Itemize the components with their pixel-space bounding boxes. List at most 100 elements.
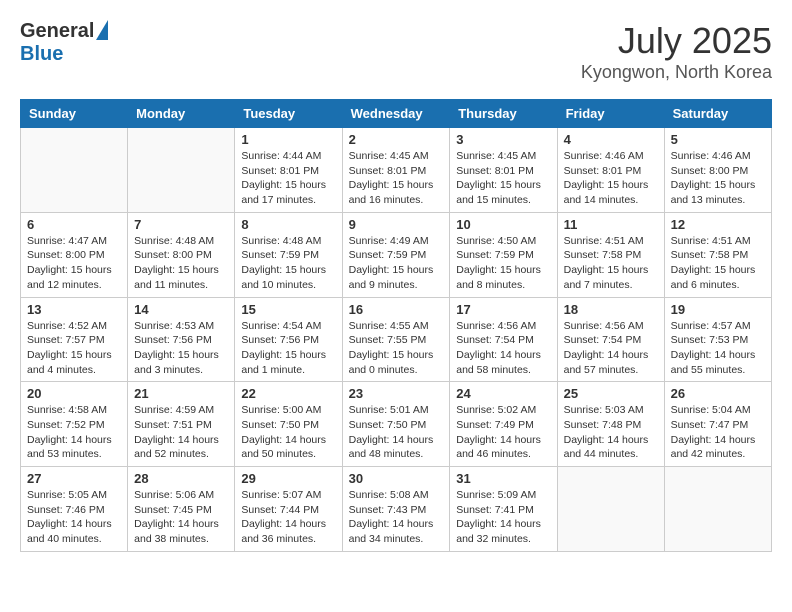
day-info: Sunrise: 4:58 AM Sunset: 7:52 PM Dayligh… xyxy=(27,403,121,462)
day-info: Sunrise: 5:07 AM Sunset: 7:44 PM Dayligh… xyxy=(241,488,335,547)
calendar-cell: 26 Sunrise: 5:04 AM Sunset: 7:47 PM Dayli… xyxy=(664,382,771,467)
day-info: Sunrise: 5:01 AM Sunset: 7:50 PM Dayligh… xyxy=(349,403,444,462)
calendar-cell: 25 Sunrise: 5:03 AM Sunset: 7:48 PM Dayli… xyxy=(557,382,664,467)
calendar-cell: 23 Sunrise: 5:01 AM Sunset: 7:50 PM Dayli… xyxy=(342,382,450,467)
day-info: Sunrise: 4:49 AM Sunset: 7:59 PM Dayligh… xyxy=(349,234,444,293)
day-number: 17 xyxy=(456,302,550,317)
day-number: 25 xyxy=(564,386,658,401)
day-number: 4 xyxy=(564,132,658,147)
day-number: 6 xyxy=(27,217,121,232)
calendar-cell: 8 Sunrise: 4:48 AM Sunset: 7:59 PM Daylig… xyxy=(235,212,342,297)
day-number: 24 xyxy=(456,386,550,401)
day-info: Sunrise: 4:56 AM Sunset: 7:54 PM Dayligh… xyxy=(456,319,550,378)
calendar-cell: 3Sunrise: 4:45 AM Sunset: 8:01 PM Daylig… xyxy=(450,128,557,213)
day-number: 15 xyxy=(241,302,335,317)
day-number: 13 xyxy=(27,302,121,317)
day-number: 9 xyxy=(349,217,444,232)
calendar-cell: 22 Sunrise: 5:00 AM Sunset: 7:50 PM Dayli… xyxy=(235,382,342,467)
day-info: Sunrise: 4:45 AM Sunset: 8:01 PM Dayligh… xyxy=(349,149,444,208)
calendar-cell: 30 Sunrise: 5:08 AM Sunset: 7:43 PM Dayli… xyxy=(342,467,450,552)
calendar-week-row: 1 Sunrise: 4:44 AM Sunset: 8:01 PM Daylig… xyxy=(21,128,772,213)
day-number: 2 xyxy=(349,132,444,147)
calendar-cell: 12 Sunrise: 4:51 AM Sunset: 7:58 PM Dayli… xyxy=(664,212,771,297)
calendar-cell: 20Sunrise: 4:58 AM Sunset: 7:52 PM Dayli… xyxy=(21,382,128,467)
title-section: July 2025 Kyongwon, North Korea xyxy=(581,20,772,83)
calendar-cell: 1 Sunrise: 4:44 AM Sunset: 8:01 PM Daylig… xyxy=(235,128,342,213)
day-number: 16 xyxy=(349,302,444,317)
weekday-header-thursday: Thursday xyxy=(450,100,557,128)
weekday-header-monday: Monday xyxy=(128,100,235,128)
day-info: Sunrise: 4:55 AM Sunset: 7:55 PM Dayligh… xyxy=(349,319,444,378)
day-number: 19 xyxy=(671,302,765,317)
calendar-cell: 29 Sunrise: 5:07 AM Sunset: 7:44 PM Dayli… xyxy=(235,467,342,552)
day-number: 28 xyxy=(134,471,228,486)
day-info: Sunrise: 4:56 AM Sunset: 7:54 PM Dayligh… xyxy=(564,319,658,378)
calendar-cell xyxy=(557,467,664,552)
day-number: 26 xyxy=(671,386,765,401)
logo: General Blue xyxy=(20,20,108,66)
calendar-week-row: 6 Sunrise: 4:47 AM Sunset: 8:00 PM Daylig… xyxy=(21,212,772,297)
calendar-cell: 5Sunrise: 4:46 AM Sunset: 8:00 PM Daylig… xyxy=(664,128,771,213)
weekday-header-sunday: Sunday xyxy=(21,100,128,128)
day-info: Sunrise: 5:03 AM Sunset: 7:48 PM Dayligh… xyxy=(564,403,658,462)
calendar-cell: 15 Sunrise: 4:54 AM Sunset: 7:56 PM Dayli… xyxy=(235,297,342,382)
calendar-cell: 13 Sunrise: 4:52 AM Sunset: 7:57 PM Dayli… xyxy=(21,297,128,382)
day-info: Sunrise: 5:09 AM Sunset: 7:41 PM Dayligh… xyxy=(456,488,550,547)
calendar-cell: 21Sunrise: 4:59 AM Sunset: 7:51 PM Dayli… xyxy=(128,382,235,467)
day-info: Sunrise: 4:44 AM Sunset: 8:01 PM Dayligh… xyxy=(241,149,335,208)
calendar-cell: 31 Sunrise: 5:09 AM Sunset: 7:41 PM Dayli… xyxy=(450,467,557,552)
calendar-cell xyxy=(128,128,235,213)
day-info: Sunrise: 4:46 AM Sunset: 8:01 PM Dayligh… xyxy=(564,149,658,208)
day-number: 7 xyxy=(134,217,228,232)
day-number: 14 xyxy=(134,302,228,317)
day-info: Sunrise: 4:53 AM Sunset: 7:56 PM Dayligh… xyxy=(134,319,228,378)
day-info: Sunrise: 4:57 AM Sunset: 7:53 PM Dayligh… xyxy=(671,319,765,378)
day-info: Sunrise: 5:04 AM Sunset: 7:47 PM Dayligh… xyxy=(671,403,765,462)
day-number: 11 xyxy=(564,217,658,232)
day-number: 12 xyxy=(671,217,765,232)
day-info: Sunrise: 4:51 AM Sunset: 7:58 PM Dayligh… xyxy=(671,234,765,293)
day-number: 1 xyxy=(241,132,335,147)
day-info: Sunrise: 4:54 AM Sunset: 7:56 PM Dayligh… xyxy=(241,319,335,378)
logo-blue-text: Blue xyxy=(20,43,63,66)
calendar-cell: 4 Sunrise: 4:46 AM Sunset: 8:01 PM Daylig… xyxy=(557,128,664,213)
day-info: Sunrise: 4:45 AM Sunset: 8:01 PM Dayligh… xyxy=(456,149,550,208)
day-number: 21 xyxy=(134,386,228,401)
calendar-cell: 14 Sunrise: 4:53 AM Sunset: 7:56 PM Dayli… xyxy=(128,297,235,382)
day-number: 23 xyxy=(349,386,444,401)
day-number: 31 xyxy=(456,471,550,486)
calendar-cell: 10Sunrise: 4:50 AM Sunset: 7:59 PM Dayli… xyxy=(450,212,557,297)
day-number: 8 xyxy=(241,217,335,232)
day-info: Sunrise: 5:02 AM Sunset: 7:49 PM Dayligh… xyxy=(456,403,550,462)
calendar-cell: 17 Sunrise: 4:56 AM Sunset: 7:54 PM Dayli… xyxy=(450,297,557,382)
weekday-header-saturday: Saturday xyxy=(664,100,771,128)
day-number: 10 xyxy=(456,217,550,232)
day-info: Sunrise: 5:08 AM Sunset: 7:43 PM Dayligh… xyxy=(349,488,444,547)
calendar-cell: 28 Sunrise: 5:06 AM Sunset: 7:45 PM Dayli… xyxy=(128,467,235,552)
day-info: Sunrise: 4:47 AM Sunset: 8:00 PM Dayligh… xyxy=(27,234,121,293)
logo-general-text: General xyxy=(20,20,94,43)
calendar-week-row: 13 Sunrise: 4:52 AM Sunset: 7:57 PM Dayli… xyxy=(21,297,772,382)
calendar-cell: 11 Sunrise: 4:51 AM Sunset: 7:58 PM Dayli… xyxy=(557,212,664,297)
weekday-header-friday: Friday xyxy=(557,100,664,128)
calendar-cell xyxy=(21,128,128,213)
day-info: Sunrise: 5:05 AM Sunset: 7:46 PM Dayligh… xyxy=(27,488,121,547)
day-info: Sunrise: 5:06 AM Sunset: 7:45 PM Dayligh… xyxy=(134,488,228,547)
day-number: 30 xyxy=(349,471,444,486)
day-number: 18 xyxy=(564,302,658,317)
day-number: 5 xyxy=(671,132,765,147)
day-info: Sunrise: 4:52 AM Sunset: 7:57 PM Dayligh… xyxy=(27,319,121,378)
page-header: General Blue July 2025 Kyongwon, North K… xyxy=(20,20,772,83)
day-info: Sunrise: 4:51 AM Sunset: 7:58 PM Dayligh… xyxy=(564,234,658,293)
weekday-header-tuesday: Tuesday xyxy=(235,100,342,128)
day-number: 29 xyxy=(241,471,335,486)
day-info: Sunrise: 4:48 AM Sunset: 7:59 PM Dayligh… xyxy=(241,234,335,293)
day-number: 22 xyxy=(241,386,335,401)
calendar-cell: 2 Sunrise: 4:45 AM Sunset: 8:01 PM Daylig… xyxy=(342,128,450,213)
calendar-cell: 16 Sunrise: 4:55 AM Sunset: 7:55 PM Dayli… xyxy=(342,297,450,382)
day-info: Sunrise: 5:00 AM Sunset: 7:50 PM Dayligh… xyxy=(241,403,335,462)
calendar-cell: 24 Sunrise: 5:02 AM Sunset: 7:49 PM Dayli… xyxy=(450,382,557,467)
calendar-cell: 18 Sunrise: 4:56 AM Sunset: 7:54 PM Dayli… xyxy=(557,297,664,382)
calendar-cell: 9 Sunrise: 4:49 AM Sunset: 7:59 PM Daylig… xyxy=(342,212,450,297)
calendar-cell: 6 Sunrise: 4:47 AM Sunset: 8:00 PM Daylig… xyxy=(21,212,128,297)
